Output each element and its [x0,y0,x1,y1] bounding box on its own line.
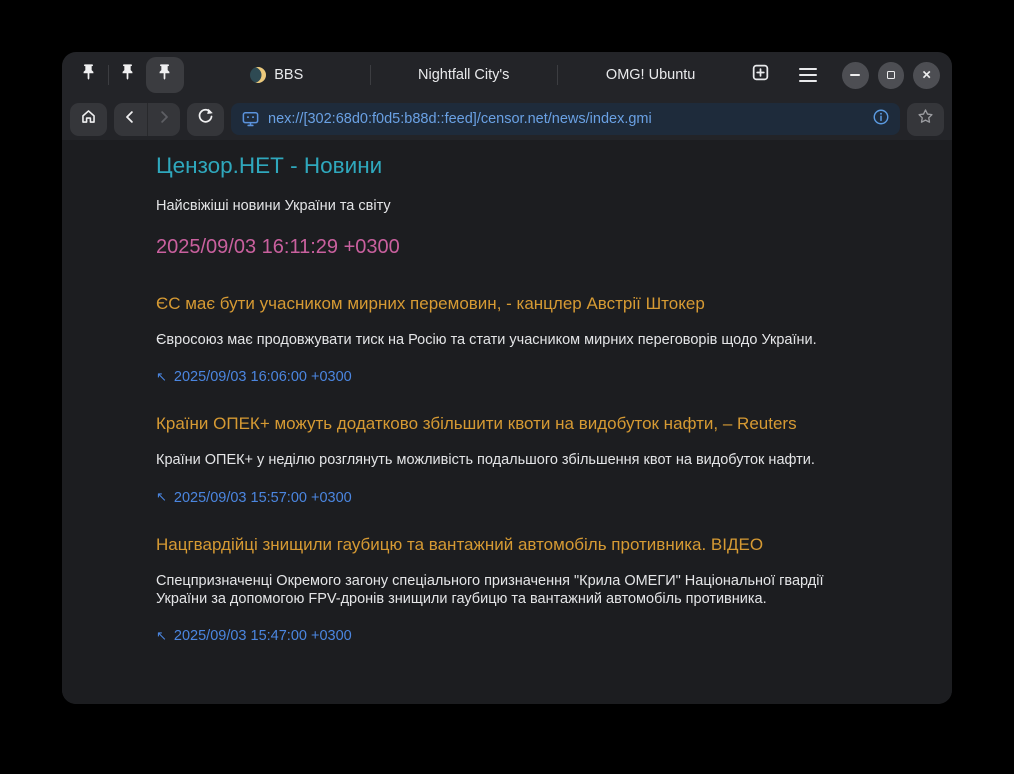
hamburger-icon [799,68,817,82]
article-summary: Країни ОПЕК+ у неділю розглянуть можливі… [156,451,832,469]
tab-bbs[interactable]: BBS [184,57,370,93]
pinned-tab-2[interactable] [109,57,147,93]
forward-button[interactable] [148,103,181,136]
tab-nightfall-citys[interactable]: Nightfall City's [371,57,557,93]
article-summary: Спецпризначенці Окремого загону спеціаль… [156,572,832,609]
link-arrow-icon: ↖ [156,490,167,505]
tab-label: OMG! Ubuntu [606,67,695,83]
page-content: Цензор.НЕТ - Новини Найсвіжіші новини Ук… [62,140,952,704]
tab-label: Nightfall City's [418,67,509,83]
close-icon: × [922,67,931,82]
history-nav-group [114,103,180,136]
article-heading: ЄС має бути учасником мирних перемовин, … [156,294,842,314]
page-subtitle: Найсвіжіші новини України та світу [156,198,842,214]
crescent-moon-icon [250,67,266,83]
page-title: Цензор.НЕТ - Новини [156,153,842,179]
pin-icon [118,63,137,87]
article-item: Країни ОПЕК+ можуть додатково збільшити … [156,414,842,505]
article-timestamp-link[interactable]: ↖ 2025/09/03 15:47:00 +0300 [156,628,842,644]
home-icon [79,107,98,131]
back-icon [121,108,139,131]
navigation-bar: nex://[302:68d0:f0d5:b88d::feed]/censor.… [62,98,952,140]
link-arrow-icon: ↖ [156,629,167,644]
nex-terminal-icon [241,110,260,129]
article-timestamp-link[interactable]: ↖ 2025/09/03 15:57:00 +0300 [156,490,842,506]
tab-label: BBS [274,67,303,83]
close-button[interactable]: × [913,62,940,89]
star-icon [916,107,935,131]
url-text[interactable]: nex://[302:68d0:f0d5:b88d::feed]/censor.… [268,111,864,127]
tab-bar: BBS Nightfall City's OMG! Ubuntu × [62,52,952,98]
minimize-icon [850,74,860,76]
new-tab-button[interactable] [744,58,778,92]
article-link-label: 2025/09/03 15:47:00 +0300 [174,628,352,644]
reload-icon [196,107,215,131]
article-timestamp-link[interactable]: ↖ 2025/09/03 16:06:00 +0300 [156,369,842,385]
menu-button[interactable] [791,58,825,92]
article-heading: Країни ОПЕК+ можуть додатково збільшити … [156,414,842,434]
reload-button[interactable] [187,103,224,136]
article-link-label: 2025/09/03 16:06:00 +0300 [174,369,352,385]
tab-omg-ubuntu[interactable]: OMG! Ubuntu [558,57,744,93]
article-link-label: 2025/09/03 15:57:00 +0300 [174,490,352,506]
address-bar[interactable]: nex://[302:68d0:f0d5:b88d::feed]/censor.… [231,103,900,135]
forward-icon [155,108,173,131]
pin-icon [155,63,174,87]
pin-icon [79,63,98,87]
link-arrow-icon: ↖ [156,370,167,385]
maximize-icon [887,71,895,79]
home-button[interactable] [70,103,107,136]
pinned-tab-3-active[interactable] [146,57,184,93]
page-info-button[interactable] [872,108,890,131]
article-summary: Євросоюз має продовжувати тиск на Росію … [156,331,832,349]
article-item: Нацгвардійці знищили гаубицю та вантажни… [156,535,842,645]
bookmark-button[interactable] [907,103,944,136]
pinned-tab-1[interactable] [70,57,108,93]
maximize-button[interactable] [878,62,905,89]
article-item: ЄС має бути учасником мирних перемовин, … [156,294,842,385]
minimize-button[interactable] [842,62,869,89]
plus-square-icon [750,62,771,88]
browser-window: BBS Nightfall City's OMG! Ubuntu × [62,52,952,704]
back-button[interactable] [114,103,147,136]
article-heading: Нацгвардійці знищили гаубицю та вантажни… [156,535,842,555]
feed-updated-heading: 2025/09/03 16:11:29 +0300 [156,236,842,259]
